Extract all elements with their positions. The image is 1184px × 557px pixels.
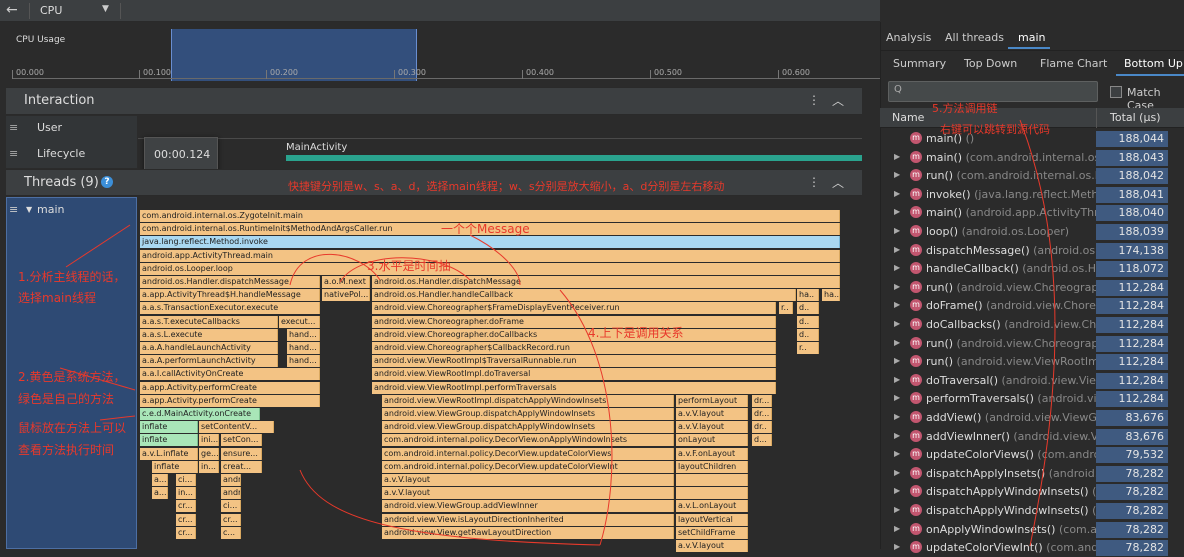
tab-top-down[interactable]: Top Down — [964, 57, 1017, 70]
tab-main[interactable]: main — [1018, 31, 1045, 44]
tab-analysis[interactable]: Analysis — [886, 31, 931, 44]
search-icon: Q — [894, 84, 902, 95]
active-tab-indicator — [1116, 74, 1184, 76]
tab-summary[interactable]: Summary — [893, 57, 946, 70]
annotation-call-chain-line — [1019, 119, 1056, 547]
divider — [880, 50, 1184, 51]
annotation-arrows — [59, 224, 613, 546]
match-case-checkbox[interactable] — [1110, 86, 1122, 98]
tab-bottom-up[interactable]: Bottom Up — [1124, 57, 1183, 70]
tab-flame-chart[interactable]: Flame Chart — [1040, 57, 1107, 70]
tab-all-threads[interactable]: All threads — [945, 31, 1004, 44]
active-tab-indicator — [1008, 47, 1050, 49]
search-input[interactable] — [888, 81, 1098, 102]
